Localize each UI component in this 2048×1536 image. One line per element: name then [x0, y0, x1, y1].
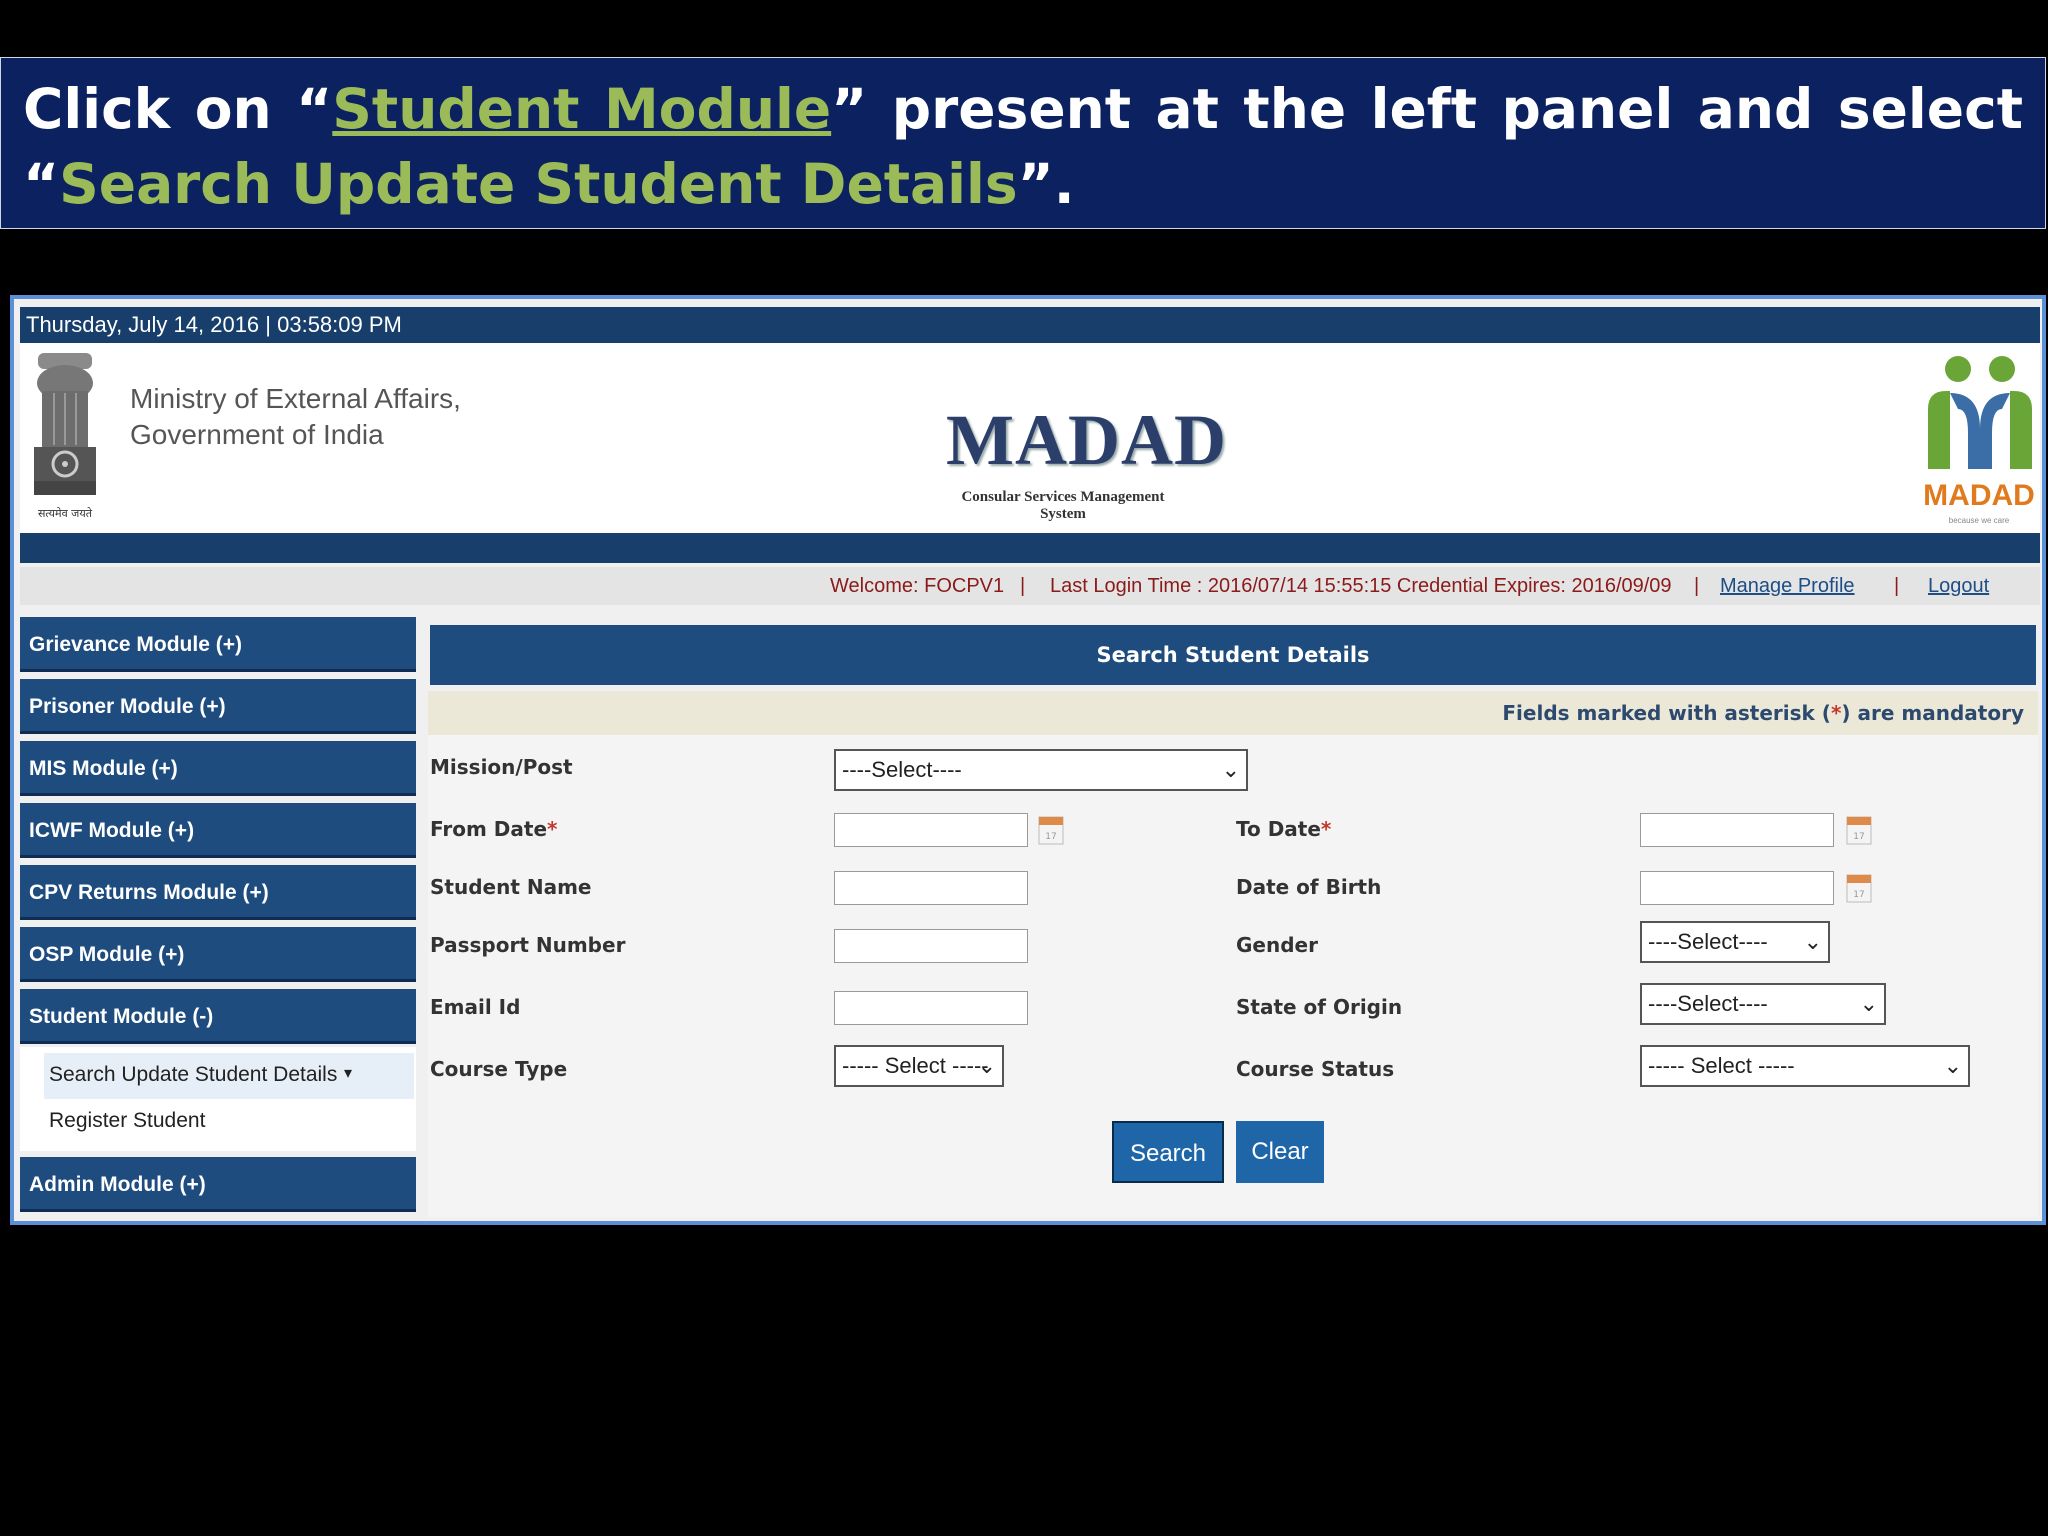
course-type-select[interactable]: ----- Select ----- ⌄ — [834, 1045, 1004, 1087]
course-status-select-value: ----- Select ----- — [1648, 1053, 1795, 1078]
chevron-down-icon: ⌄ — [1803, 929, 1822, 954]
logo-tagline: because we care — [1949, 516, 2010, 525]
chevron-down-icon: ⌄ — [1221, 757, 1240, 782]
gender-select[interactable]: ----Select---- ⌄ — [1640, 921, 1830, 963]
instruction-highlight-student-module: Student Module — [332, 77, 832, 141]
instruction-part: ”. — [1017, 152, 1075, 216]
to-date-label: To Date* — [1236, 817, 1331, 841]
svg-text:17: 17 — [1045, 832, 1056, 842]
state-origin-select-value: ----Select---- — [1648, 991, 1768, 1016]
student-submenu: Search Update Student Details ▾ Register… — [20, 1047, 416, 1151]
logo-text: MADAD — [1923, 479, 2035, 512]
passport-input[interactable] — [834, 929, 1028, 963]
asterisk: * — [1830, 701, 1842, 725]
sidebar-item-icwf-module[interactable]: ICWF Module (+) — [20, 803, 416, 858]
course-type-label: Course Type — [430, 1057, 568, 1081]
course-status-select[interactable]: ----- Select ----- ⌄ — [1640, 1045, 1970, 1087]
app-title: MADAD — [946, 400, 1227, 480]
calendar-icon[interactable]: 17 — [1038, 813, 1064, 845]
logout-link[interactable]: Logout — [1928, 567, 1989, 605]
sidebar-item-prisoner-module[interactable]: Prisoner Module (+) — [20, 679, 416, 734]
mandatory-text: Fields marked with asterisk ( — [1502, 701, 1831, 725]
sidebar-item-osp-module[interactable]: OSP Module (+) — [20, 927, 416, 982]
madad-logo-icon: MADAD because we care — [1923, 356, 2035, 525]
app-screenshot: Thursday, July 14, 2016 | 03:58:09 PM सत… — [10, 295, 2046, 1225]
separator: | — [1894, 575, 1900, 597]
dob-label: Date of Birth — [1236, 875, 1382, 899]
mission-label: Mission/Post — [430, 755, 573, 779]
calendar-icon[interactable]: 17 — [1846, 813, 1872, 845]
course-status-label: Course Status — [1236, 1057, 1395, 1081]
datetime-bar: Thursday, July 14, 2016 | 03:58:09 PM — [20, 307, 2040, 343]
gender-label: Gender — [1236, 933, 1318, 957]
from-date-label-text: From Date — [430, 817, 548, 841]
dropdown-arrow-icon: ▾ — [344, 1065, 353, 1082]
chevron-down-icon: ⌄ — [1859, 991, 1878, 1016]
dob-input[interactable] — [1640, 871, 1834, 905]
state-origin-select[interactable]: ----Select---- ⌄ — [1640, 983, 1886, 1025]
student-name-label: Student Name — [430, 875, 592, 899]
ministry-line1: Ministry of External Affairs, — [130, 383, 461, 414]
site-header: सत्यमेव जयते Ministry of External Affair… — [20, 343, 2040, 533]
sidebar-item-cpv-returns-module[interactable]: CPV Returns Module (+) — [20, 865, 416, 920]
separator: | — [1694, 575, 1700, 597]
page-title: Search Student Details — [430, 625, 2036, 685]
instruction-banner: Click on “Student Module” present at the… — [0, 57, 2046, 229]
calendar-icon[interactable]: 17 — [1846, 871, 1872, 903]
gender-select-value: ----Select---- — [1648, 929, 1768, 954]
svg-text:17: 17 — [1853, 832, 1864, 842]
mandatory-text: ) are mandatory — [1841, 701, 2024, 725]
sidebar-item-mis-module[interactable]: MIS Module (+) — [20, 741, 416, 796]
sidebar-item-admin-module[interactable]: Admin Module (+) — [20, 1157, 416, 1212]
ministry-name: Ministry of External Affairs, Government… — [130, 381, 461, 453]
header-band — [20, 533, 2040, 563]
mission-select-value: ----Select---- — [842, 757, 962, 782]
last-login-text: Last Login Time : 2016/07/14 15:55:15 Cr… — [1050, 575, 1672, 597]
to-date-label-text: To Date — [1236, 817, 1321, 841]
emblem-caption: सत्यमेव जयते — [38, 507, 93, 520]
manage-profile-link[interactable]: Manage Profile — [1720, 567, 1855, 605]
left-panel: Grievance Module (+) Prisoner Module (+)… — [20, 617, 416, 1217]
mission-select[interactable]: ----Select---- ⌄ — [834, 749, 1248, 791]
clear-button[interactable]: Clear — [1236, 1121, 1324, 1183]
instruction-text: Click on “Student Module” present at the… — [23, 72, 2023, 222]
search-button[interactable]: Search — [1112, 1121, 1224, 1183]
chevron-down-icon: ⌄ — [1943, 1053, 1962, 1078]
instruction-highlight-search-update: Search Update Student Details — [59, 152, 1018, 216]
from-date-label: From Date* — [430, 817, 557, 841]
svg-text:17: 17 — [1853, 890, 1864, 900]
passport-label: Passport Number — [430, 933, 626, 957]
required-asterisk: * — [1320, 817, 1332, 841]
instruction-part: Click on “ — [23, 77, 333, 141]
app-subtitle: Consular Services Management System — [961, 489, 1165, 522]
mandatory-note: Fields marked with asterisk (*) are mand… — [428, 691, 2038, 735]
submenu-item-search-update[interactable]: Search Update Student Details ▾ — [44, 1053, 414, 1099]
submenu-item-register-student[interactable]: Register Student — [49, 1109, 205, 1133]
state-origin-label: State of Origin — [1236, 995, 1403, 1019]
email-label: Email Id — [430, 995, 521, 1019]
submenu-label: Search Update Student Details — [49, 1063, 338, 1086]
welcome-text: Welcome: FOCPV1 — [830, 575, 1005, 597]
email-input[interactable] — [834, 991, 1028, 1025]
national-emblem-icon: सत्यमेव जयते — [34, 353, 96, 520]
chevron-down-icon: ⌄ — [977, 1053, 996, 1078]
required-asterisk: * — [547, 817, 558, 841]
student-name-input[interactable] — [834, 871, 1028, 905]
separator: | — [1020, 575, 1026, 597]
ministry-line2: Government of India — [130, 419, 384, 450]
course-type-select-value: ----- Select ----- — [842, 1053, 989, 1078]
main-panel: Search Student Details Fields marked wit… — [428, 617, 2040, 1217]
welcome-bar: Welcome: FOCPV1 | Last Login Time : 2016… — [20, 567, 2040, 605]
sidebar-item-student-module[interactable]: Student Module (-) — [20, 989, 416, 1044]
sidebar-item-grievance-module[interactable]: Grievance Module (+) — [20, 617, 416, 672]
from-date-input[interactable] — [834, 813, 1028, 847]
search-form: Mission/Post ----Select---- ⌄ From Date* … — [428, 735, 2038, 1217]
to-date-input[interactable] — [1640, 813, 1834, 847]
